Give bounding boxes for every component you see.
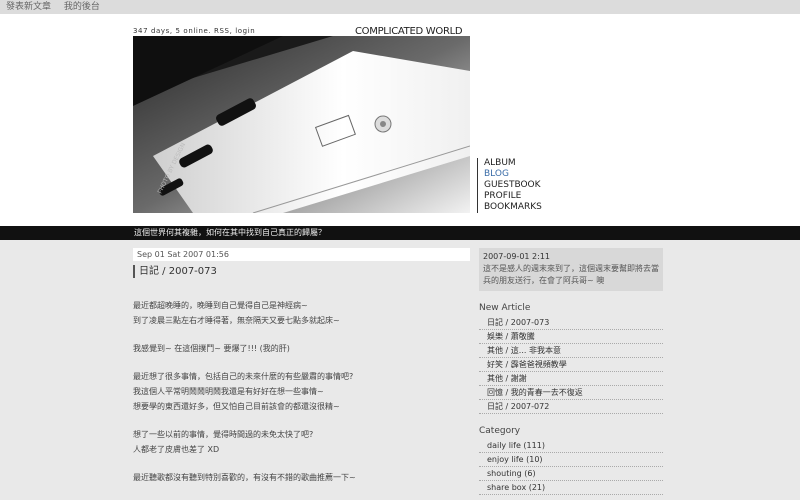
article-link[interactable]: 娛樂 / 蕭敬騰: [479, 330, 663, 344]
article-link[interactable]: 好笑 / 霹爸爸視頻教學: [479, 358, 663, 372]
tagline-text: 這個世界何其複雜，如何在其中找到自己真正的歸屬？: [134, 228, 326, 237]
category-link[interactable]: share box (21): [479, 481, 663, 495]
category-link[interactable]: shouting (6): [479, 467, 663, 481]
post-date: Sep 01 Sat 2007 01:56: [133, 248, 470, 261]
post-paragraph: 我感覺到~ 在這個撲鬥~ 要爆了!!! (我的肝): [133, 344, 290, 353]
nav-profile[interactable]: PROFILE: [477, 191, 542, 202]
post: Sep 01 Sat 2007 01:56 日記 / 2007-073 最近都超…: [133, 248, 470, 498]
nav-bookmarks[interactable]: BOOKMARKS: [477, 202, 542, 213]
category-link[interactable]: daily life (111): [479, 439, 663, 453]
tagline-bar: 這個世界何其複雜，如何在其中找到自己真正的歸屬？: [0, 226, 800, 240]
status-note: 2007-09-01 2:11 這不是感人的週末來到了，這個週末要幫即將去當兵的…: [479, 248, 663, 291]
top-bar: 發表新文章 我的後台: [0, 0, 800, 14]
note-text: 這不是感人的週末來到了，這個週末要幫即將去當兵的朋友送行，在會了阿兵哥~ 噢: [483, 264, 659, 285]
article-link[interactable]: 回憶 / 我的青春一去不復返: [479, 386, 663, 400]
post-body: 最近都超晚睡的，晚睡到自己覺得自己是神經病~ 到了凌晨三點左右才睡得著，無奈隔天又…: [133, 298, 470, 485]
nav-blog[interactable]: BLOG: [477, 169, 542, 180]
article-link[interactable]: 其他 / 這... 非我本意: [479, 344, 663, 358]
header-photo: PHOTO BY DESIGN: [133, 36, 470, 213]
nav-album[interactable]: ALBUM: [477, 158, 542, 169]
main-nav: ALBUM BLOG GUESTBOOK PROFILE BOOKMARKS: [477, 158, 542, 213]
post-paragraph: 想了一些以前的事情，覺得時間過的未免太快了吧? 人都老了皮膚也差了 XD: [133, 430, 314, 454]
post-title[interactable]: 日記 / 2007-073: [133, 265, 470, 278]
article-link[interactable]: 日記 / 2007-073: [479, 316, 663, 330]
site-meta: 347 days, 5 online. RSS, login: [133, 27, 256, 35]
new-article-list: 日記 / 2007-073 娛樂 / 蕭敬騰 其他 / 這... 非我本意 好笑…: [479, 316, 663, 414]
category-heading: Category: [479, 426, 521, 436]
new-article-heading: New Article: [479, 303, 531, 313]
category-list: daily life (111) enjoy life (10) shoutin…: [479, 439, 663, 495]
my-dashboard-link[interactable]: 我的後台: [64, 2, 100, 12]
post-paragraph: 最近聽歌都沒有聽到特別喜歡的，有沒有不錯的歌曲推薦一下~: [133, 473, 356, 482]
article-link[interactable]: 其他 / 謝謝: [479, 372, 663, 386]
sidebar: 2007-09-01 2:11 這不是感人的週末來到了，這個週末要幫即將去當兵的…: [479, 248, 663, 495]
post-paragraph: 最近想了很多事情，包括自己的未來什麼的有些嚴肅的事情吧? 我這個人平常明鬧鬧明鬧我…: [133, 372, 354, 411]
new-post-link[interactable]: 發表新文章: [6, 2, 51, 12]
category-link[interactable]: enjoy life (10): [479, 453, 663, 467]
nav-guestbook[interactable]: GUESTBOOK: [477, 180, 542, 191]
post-paragraph: 最近都超晚睡的，晚睡到自己覺得自己是神經病~ 到了凌晨三點左右才睡得著，無奈隔天又…: [133, 301, 340, 325]
note-date: 2007-09-01 2:11: [483, 252, 550, 261]
article-link[interactable]: 日記 / 2007-072: [479, 400, 663, 414]
